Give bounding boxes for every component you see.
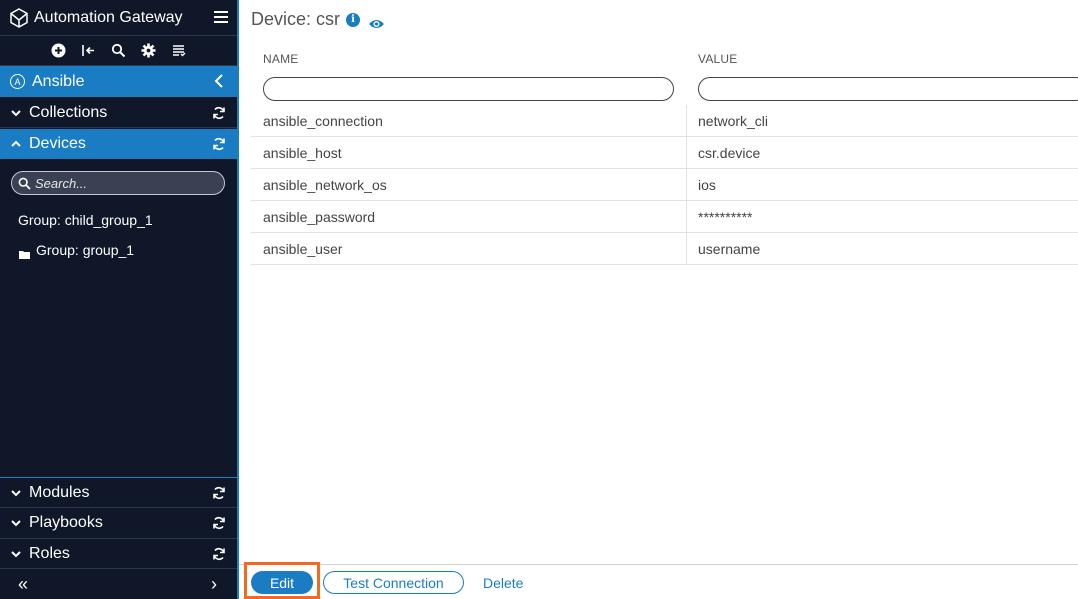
column-divider — [686, 233, 687, 265]
gear-icon[interactable] — [141, 43, 156, 58]
menu-icon[interactable] — [214, 11, 228, 23]
column-header-name[interactable]: NAME — [263, 52, 298, 66]
devices-label: Devices — [29, 135, 86, 152]
refresh-icon[interactable] — [212, 106, 226, 120]
logout-icon[interactable] — [81, 43, 96, 58]
ansible-icon: A — [10, 74, 25, 89]
playbooks-label: Playbooks — [29, 514, 103, 531]
search-input[interactable] — [35, 175, 215, 191]
collections-section[interactable]: Collections — [0, 98, 237, 128]
row-value: username — [698, 241, 761, 257]
column-divider — [686, 105, 687, 137]
tree-item-group[interactable]: Group: group_1 — [19, 242, 135, 259]
chevron-down-icon — [10, 548, 22, 560]
sidebar-toolbar — [0, 36, 237, 66]
chevron-left-icon[interactable] — [214, 74, 224, 88]
edit-button[interactable]: Edit — [251, 571, 313, 594]
brand-header: Automation Gateway — [0, 0, 237, 36]
collapse-sidebar-button[interactable]: « — [18, 574, 28, 595]
search-icon[interactable] — [111, 43, 126, 58]
chevron-down-icon — [10, 107, 22, 119]
device-search[interactable] — [11, 171, 225, 195]
sidebar-divider — [237, 0, 239, 599]
device-title: Device: csr — [251, 9, 341, 29]
chevron-up-icon — [10, 138, 22, 150]
ansible-label: Ansible — [32, 72, 85, 90]
row-name: ansible_user — [263, 241, 343, 257]
delete-button[interactable]: Delete — [483, 575, 523, 591]
sidebar: Automation Gateway A Ansible Collections — [0, 0, 237, 599]
column-divider — [686, 169, 687, 201]
row-name: ansible_password — [263, 209, 376, 225]
chevron-down-icon — [10, 517, 22, 529]
row-name: ansible_connection — [263, 113, 383, 129]
footer-divider — [239, 564, 1078, 565]
table-row[interactable]: ansible_connection network_cli — [251, 105, 1078, 137]
table-row[interactable]: ansible_host csr.device — [251, 137, 1078, 169]
collections-label: Collections — [29, 103, 108, 121]
expand-button[interactable]: › — [211, 574, 217, 595]
column-header-value[interactable]: VALUE — [698, 52, 737, 66]
roles-section[interactable]: Roles — [0, 539, 237, 569]
refresh-icon[interactable] — [212, 547, 226, 561]
gateway-logo-icon — [9, 7, 29, 28]
app-title: Automation Gateway — [34, 8, 183, 26]
refresh-icon[interactable] — [212, 516, 226, 530]
tree-item-label: Group: group_1 — [36, 242, 135, 258]
modules-label: Modules — [29, 483, 90, 501]
modules-section[interactable]: Modules — [0, 477, 237, 508]
table-row[interactable]: ansible_password ********** — [251, 201, 1078, 233]
add-icon[interactable] — [51, 43, 66, 58]
test-connection-button[interactable]: Test Connection — [323, 571, 464, 594]
row-value: csr.device — [698, 145, 761, 161]
refresh-icon[interactable] — [212, 137, 226, 151]
sidebar-collapse-bar: « › — [0, 569, 237, 599]
row-value: ios — [698, 177, 716, 193]
chevron-down-icon — [10, 487, 22, 499]
row-value: ********** — [698, 209, 753, 225]
table-row[interactable]: ansible_user username — [251, 233, 1078, 265]
tree-item-child-group[interactable]: Group: child_group_1 — [18, 212, 153, 228]
table-row[interactable]: ansible_network_os ios — [251, 169, 1078, 201]
name-filter-input[interactable] — [263, 77, 674, 101]
eye-icon[interactable] — [368, 14, 385, 28]
playbooks-section[interactable]: Playbooks — [0, 508, 237, 539]
info-icon[interactable]: i — [346, 12, 361, 27]
search-icon — [18, 177, 31, 190]
list-icon[interactable] — [171, 43, 186, 58]
column-divider — [686, 201, 687, 233]
page-title: Device: csr i — [251, 9, 385, 30]
folder-icon — [19, 246, 30, 259]
devices-section[interactable]: Devices — [0, 129, 237, 159]
value-filter-input[interactable] — [698, 77, 1078, 101]
ansible-section[interactable]: A Ansible — [0, 66, 237, 97]
row-name: ansible_network_os — [263, 177, 387, 193]
refresh-icon[interactable] — [212, 486, 226, 500]
tree-item-label: Group: child_group_1 — [18, 212, 153, 228]
roles-label: Roles — [29, 544, 70, 562]
row-value: network_cli — [698, 113, 769, 129]
row-name: ansible_host — [263, 145, 342, 161]
column-divider — [686, 137, 687, 169]
